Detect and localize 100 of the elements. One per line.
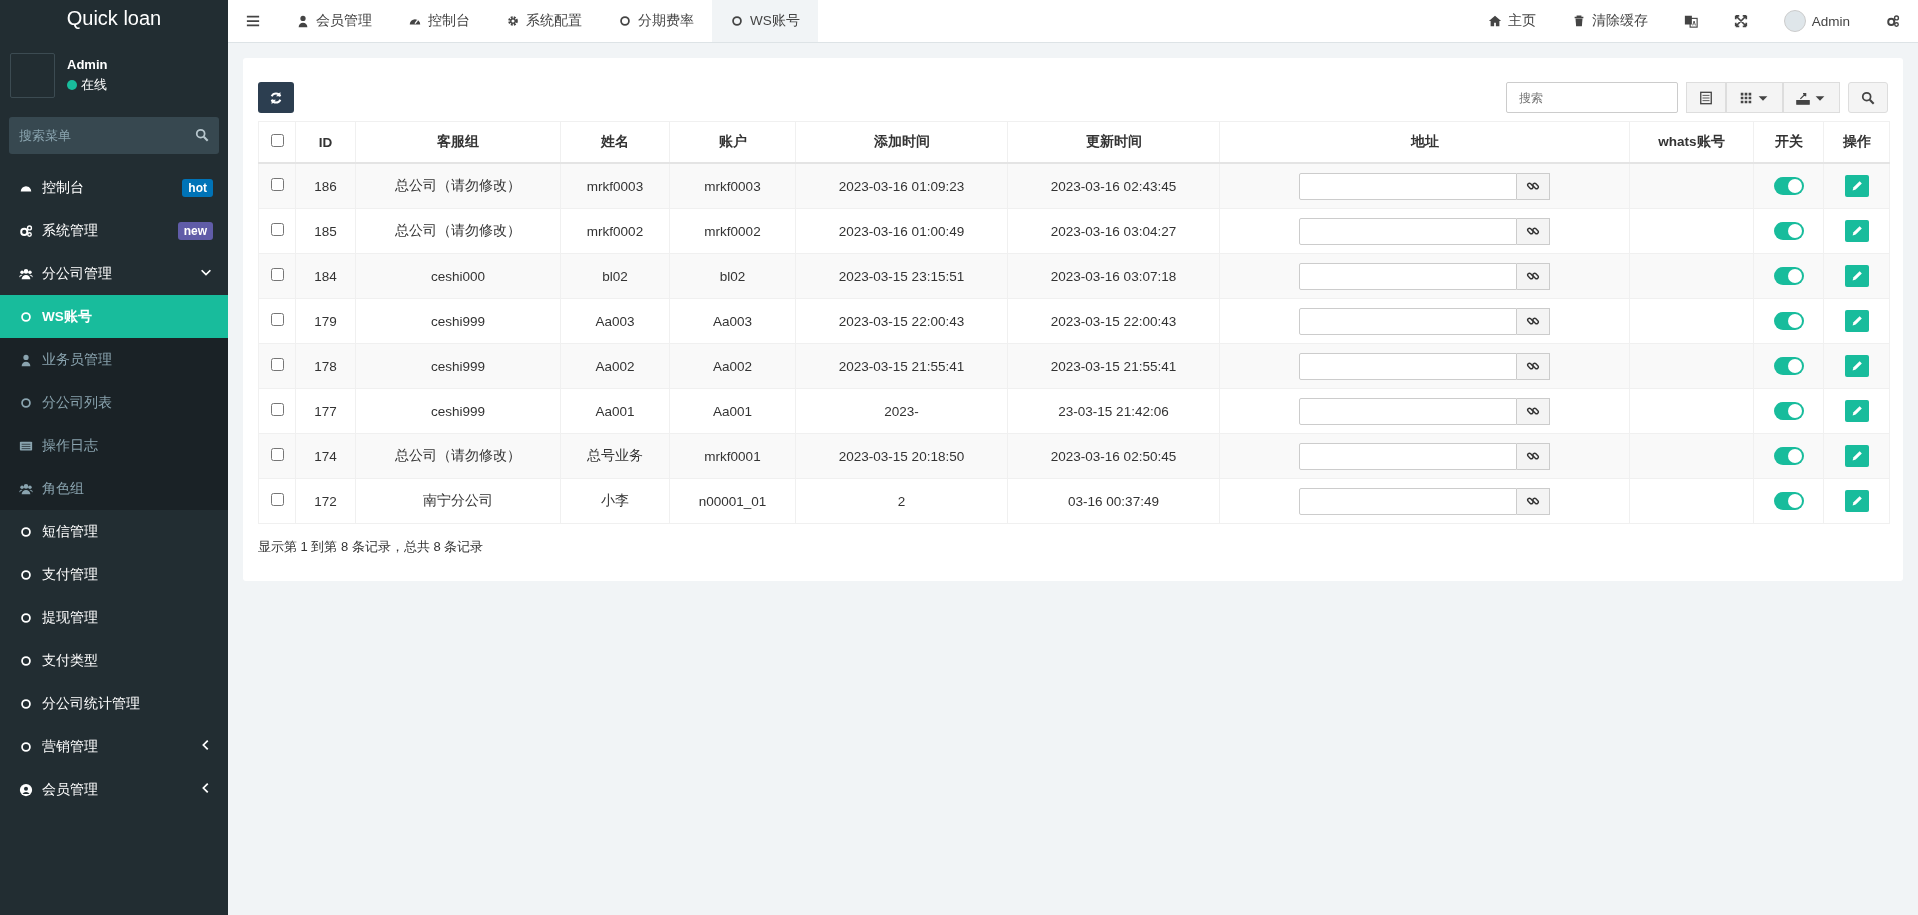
nav-tab[interactable]: 系统配置 <box>488 0 600 42</box>
link-button[interactable] <box>1517 172 1550 200</box>
table-cell: 2023-03-16 02:43:45 <box>1007 163 1220 209</box>
user-icon <box>296 14 310 28</box>
columns-button[interactable] <box>1726 82 1783 113</box>
sidebar-menu-item[interactable]: 分公司管理 <box>0 252 228 295</box>
toggle-switch[interactable] <box>1773 312 1804 330</box>
table-cell: Aa001 <box>560 388 670 434</box>
circle-icon <box>19 610 33 625</box>
table-cell: 总公司（请勿修改） <box>355 433 561 479</box>
sidebar-menu-item[interactable]: 短信管理 <box>0 510 228 553</box>
row-checkbox[interactable] <box>270 268 284 281</box>
row-checkbox[interactable] <box>270 358 284 371</box>
edit-button[interactable] <box>1844 175 1869 197</box>
address-field[interactable] <box>1299 442 1517 470</box>
address-field[interactable] <box>1299 217 1517 245</box>
sidebar-menu-item[interactable]: 会员管理 <box>0 768 228 811</box>
sidebar-menu-item[interactable]: 营销管理 <box>0 725 228 768</box>
table-icon <box>1699 90 1713 105</box>
link-button[interactable] <box>1517 307 1550 335</box>
nav-tab[interactable]: 控制台 <box>390 0 488 42</box>
row-checkbox[interactable] <box>270 178 284 191</box>
edit-button[interactable] <box>1844 355 1869 377</box>
table-cell: mrkf0002 <box>560 208 670 254</box>
link-button[interactable] <box>1517 262 1550 290</box>
sidebar-menu-item[interactable]: 控制台 hot <box>0 166 228 209</box>
link-button[interactable] <box>1517 217 1550 245</box>
link-button[interactable] <box>1517 352 1550 380</box>
menu-search-field[interactable]: 搜索菜单 <box>9 117 219 154</box>
nav-link[interactable]: 清除缓存 <box>1553 0 1666 42</box>
row-checkbox[interactable] <box>270 493 284 506</box>
toggle-switch[interactable] <box>1773 402 1804 420</box>
table-cell: mrkf0003 <box>669 163 796 209</box>
row-checkbox[interactable] <box>270 313 284 326</box>
address-field[interactable] <box>1299 307 1517 335</box>
table-cell: bl02 <box>560 253 670 299</box>
address-field[interactable] <box>1299 172 1517 200</box>
sidebar-menu-item[interactable]: 系统管理 new <box>0 209 228 252</box>
toggle-switch[interactable] <box>1773 177 1804 195</box>
table-cell: ceshi999 <box>355 388 561 434</box>
sidebar-menu-item[interactable]: 角色组 <box>0 467 228 510</box>
sidebar-menu-item[interactable]: 分公司列表 <box>0 381 228 424</box>
address-field[interactable] <box>1299 397 1517 425</box>
address-field[interactable] <box>1299 352 1517 380</box>
link-button[interactable] <box>1517 397 1550 425</box>
select-all-checkbox[interactable] <box>270 134 284 147</box>
sidebar-menu-item[interactable]: 业务员管理 <box>0 338 228 381</box>
row-checkbox[interactable] <box>270 448 284 461</box>
nav-tab[interactable]: 会员管理 <box>278 0 390 42</box>
sidebar-menu-item[interactable]: 分公司统计管理 <box>0 682 228 725</box>
sidebar-menu-item[interactable]: 支付类型 <box>0 639 228 682</box>
table-cell: n00001_01 <box>669 478 796 524</box>
toggle-view-button[interactable] <box>1686 82 1726 113</box>
circle-icon <box>19 567 33 582</box>
nav-tab[interactable]: 分期费率 <box>600 0 712 42</box>
home-icon <box>1487 14 1502 28</box>
search-button[interactable] <box>1848 82 1888 113</box>
table-cell: 184 <box>295 253 356 299</box>
table-cell: 2023-03-16 03:07:18 <box>1007 253 1220 299</box>
toggle-switch[interactable] <box>1773 447 1804 465</box>
table-cell: 2023-03-15 21:55:41 <box>1007 343 1220 389</box>
export-button[interactable] <box>1783 82 1840 113</box>
nav-link[interactable]: Admin <box>1765 0 1868 42</box>
row-checkbox[interactable] <box>270 403 284 416</box>
edit-button[interactable] <box>1844 310 1869 332</box>
gears-icon <box>19 223 33 238</box>
circle-icon <box>19 653 33 668</box>
edit-button[interactable] <box>1844 490 1869 512</box>
link-button[interactable] <box>1517 487 1550 515</box>
nav-link[interactable]: 主页 <box>1469 0 1554 42</box>
address-field[interactable] <box>1299 487 1517 515</box>
edit-button[interactable] <box>1844 265 1869 287</box>
toggle-switch[interactable] <box>1773 357 1804 375</box>
link-icon <box>1526 269 1540 283</box>
link-icon <box>1526 224 1540 238</box>
refresh-button[interactable] <box>258 82 294 113</box>
sidebar-menu-item[interactable]: 操作日志 <box>0 424 228 467</box>
edit-button[interactable] <box>1844 400 1869 422</box>
table-search-field[interactable]: 搜索 <box>1506 82 1678 113</box>
edit-button[interactable] <box>1844 220 1869 242</box>
toggle-switch[interactable] <box>1773 222 1804 240</box>
table-cell: 总公司（请勿修改） <box>355 163 561 209</box>
table-cell: 177 <box>295 388 356 434</box>
toggle-switch[interactable] <box>1773 267 1804 285</box>
avatar-icon <box>1783 10 1806 32</box>
search-icon <box>195 128 209 142</box>
link-icon <box>1526 179 1540 193</box>
table-cell: 2023-03-16 01:00:49 <box>795 208 1008 254</box>
address-field[interactable] <box>1299 262 1517 290</box>
table-cell: 2023-03-15 23:15:51 <box>795 253 1008 299</box>
sidebar-menu-item[interactable]: 支付管理 <box>0 553 228 596</box>
nav-tab[interactable]: WS账号 <box>712 0 818 42</box>
table-cell: 小李 <box>560 478 670 524</box>
edit-button[interactable] <box>1844 445 1869 467</box>
link-icon <box>1526 404 1540 418</box>
sidebar-menu-item[interactable]: 提现管理 <box>0 596 228 639</box>
row-checkbox[interactable] <box>270 223 284 236</box>
toggle-switch[interactable] <box>1773 492 1804 510</box>
table-cell: 178 <box>295 343 356 389</box>
link-button[interactable] <box>1517 442 1550 470</box>
